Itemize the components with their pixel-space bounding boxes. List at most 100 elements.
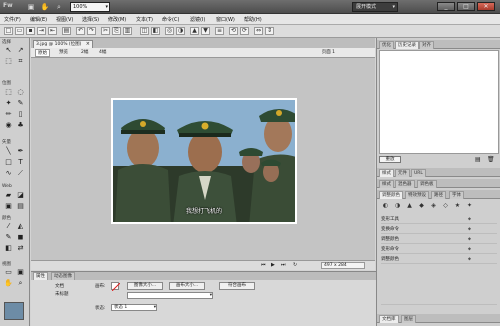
trash-icon[interactable]: 🗑 bbox=[487, 156, 495, 163]
image-size-button[interactable]: 图像大小... bbox=[127, 282, 163, 290]
document-tab[interactable]: 3.jpg @ 100% (位图) × bbox=[33, 40, 93, 48]
menu-text[interactable]: 文本(T) bbox=[136, 16, 153, 23]
menu-filters[interactable]: 滤镜(I) bbox=[190, 16, 205, 23]
close-button[interactable]: ✕ bbox=[477, 2, 495, 11]
save-icon[interactable]: ▪ bbox=[26, 27, 35, 35]
fit-canvas-button[interactable]: 符合画布 bbox=[219, 282, 255, 290]
tab-mixer[interactable]: 混色器 bbox=[395, 180, 415, 188]
soldiers-photo[interactable]: 我想打飞机的 bbox=[111, 98, 297, 224]
split-icon[interactable]: ◑ bbox=[176, 27, 185, 35]
pencil-tool-icon[interactable]: ✏ bbox=[4, 110, 13, 119]
preset-icon-5[interactable]: ◈ bbox=[429, 201, 438, 210]
preset-icon-1[interactable]: ◐ bbox=[381, 201, 390, 210]
tab-layers[interactable]: 图层 bbox=[401, 315, 416, 323]
tab-effect-presets[interactable]: 特效预设 bbox=[405, 191, 429, 199]
hand-tool-icon[interactable]: ✋ bbox=[4, 279, 13, 288]
hand-icon[interactable]: ✋ bbox=[40, 2, 50, 12]
standard-mode-icon[interactable]: ▭ bbox=[4, 268, 13, 277]
preset-row[interactable]: 变换命令 ⬥ bbox=[381, 225, 497, 234]
tab-url[interactable]: URL bbox=[411, 169, 426, 177]
first-frame-icon[interactable]: ⏮ bbox=[261, 262, 266, 268]
view-original-button[interactable]: 原始 bbox=[35, 49, 50, 57]
pointer-tool-icon[interactable]: ↖ bbox=[4, 46, 13, 55]
tab-properties[interactable]: 属性 bbox=[33, 272, 48, 280]
tab-palette[interactable]: 调色板 bbox=[417, 180, 437, 188]
group-icon[interactable]: ◫ bbox=[140, 27, 149, 35]
view-4up-button[interactable]: 4幅 bbox=[99, 49, 106, 57]
default-colors-icon[interactable]: ◧ bbox=[4, 244, 13, 253]
loop-icon[interactable]: ↻ bbox=[293, 262, 297, 268]
line-tool-icon[interactable]: ╲ bbox=[4, 147, 13, 156]
tab-adjust-color[interactable]: 调整颜色 bbox=[379, 191, 403, 199]
menu-help[interactable]: 帮助(H) bbox=[244, 16, 262, 23]
document-thumbnail[interactable] bbox=[4, 302, 24, 320]
minimize-button[interactable]: _ bbox=[437, 2, 455, 11]
show-slices-icon[interactable]: ▤ bbox=[16, 202, 25, 211]
tab-history[interactable]: 历史记录 bbox=[395, 41, 419, 49]
align-icon[interactable]: ≡ bbox=[215, 27, 224, 35]
knife-tool-icon[interactable]: ⟋ bbox=[16, 169, 25, 178]
paint-bucket-icon[interactable]: ◭ bbox=[16, 222, 25, 231]
fullscreen-mode-icon[interactable]: ▣ bbox=[16, 268, 25, 277]
tab-animation[interactable]: 动态图像 bbox=[51, 272, 75, 280]
tab-styles-2[interactable]: 样式 bbox=[379, 180, 394, 188]
play-icon[interactable]: ▶ bbox=[271, 262, 275, 268]
tab-path[interactable]: 路径 bbox=[431, 191, 446, 199]
bring-front-icon[interactable]: ▲ bbox=[190, 27, 199, 35]
rotate-left-icon[interactable]: ⟲ bbox=[229, 27, 238, 35]
menu-commands[interactable]: 命令(C) bbox=[162, 16, 179, 23]
magic-wand-icon[interactable]: ✦ bbox=[4, 99, 13, 108]
preset-icon-3[interactable]: ▲ bbox=[405, 201, 414, 210]
marquee-tool-icon[interactable]: ⬚ bbox=[4, 88, 13, 97]
text-tool-icon[interactable]: T bbox=[16, 158, 25, 167]
pen-tool-icon[interactable]: ✒ bbox=[16, 147, 25, 156]
send-back-icon[interactable]: ▼ bbox=[201, 27, 210, 35]
scale-tool-icon[interactable]: ⬚ bbox=[4, 57, 13, 66]
slice-tool-icon[interactable]: ◪ bbox=[16, 191, 25, 200]
flip-v-icon[interactable]: ⇕ bbox=[265, 27, 274, 35]
replay-button[interactable]: 重放 bbox=[379, 156, 401, 163]
menu-modify[interactable]: 修改(M) bbox=[108, 16, 126, 23]
view-preview-button[interactable]: 预览 bbox=[59, 49, 68, 57]
stamp-tool-icon[interactable]: ♣ bbox=[16, 121, 25, 130]
state-select[interactable]: 状态 1 ▾ bbox=[111, 304, 157, 311]
flip-h-icon[interactable]: ⇔ bbox=[254, 27, 263, 35]
cut-icon[interactable]: ✂ bbox=[101, 27, 110, 35]
maximize-button[interactable]: □ bbox=[457, 2, 475, 11]
rectangle-tool-icon[interactable]: □ bbox=[4, 158, 13, 167]
redo-icon[interactable]: ↷ bbox=[87, 27, 96, 35]
preset-row[interactable]: 调整颜色 ⬥ bbox=[381, 235, 497, 244]
tab-align[interactable]: 对齐 bbox=[419, 41, 434, 49]
menu-view[interactable]: 视图(V) bbox=[56, 16, 73, 23]
preset-row[interactable]: 调整颜色 ⬥ bbox=[381, 255, 497, 264]
layout-icon[interactable]: ▣ bbox=[26, 2, 36, 12]
view-2up-button[interactable]: 2幅 bbox=[81, 49, 88, 57]
new-file-icon[interactable]: □ bbox=[4, 27, 13, 35]
brush-tool-icon[interactable]: ✎ bbox=[16, 99, 25, 108]
ungroup-icon[interactable]: ◧ bbox=[151, 27, 160, 35]
zoom-tool-icon[interactable]: ⌕ bbox=[16, 279, 25, 288]
eyedropper-icon[interactable]: ⁄ bbox=[4, 222, 13, 231]
eraser-tool-icon[interactable]: ▯ bbox=[16, 110, 25, 119]
subselect-tool-icon[interactable]: ↗ bbox=[16, 46, 25, 55]
tab-optimize[interactable]: 优化 bbox=[379, 41, 394, 49]
preset-icon-2[interactable]: ◑ bbox=[393, 201, 402, 210]
next-frame-icon[interactable]: ⏭ bbox=[281, 262, 286, 268]
preset-icon-8[interactable]: ✦ bbox=[465, 201, 474, 210]
preset-row[interactable]: 变形命令 ⬥ bbox=[381, 245, 497, 254]
canvas-size-button[interactable]: 画布大小... bbox=[169, 282, 205, 290]
canvas-area[interactable]: 我想打飞机的 bbox=[31, 58, 375, 260]
join-icon[interactable]: ◎ bbox=[165, 27, 174, 35]
magnifier-icon[interactable]: ⌕ bbox=[54, 2, 64, 12]
close-icon[interactable]: × bbox=[86, 41, 90, 48]
export-icon[interactable]: ⇤ bbox=[48, 27, 57, 35]
blur-tool-icon[interactable]: ◉ bbox=[4, 121, 13, 130]
tab-symbols[interactable]: 元件 bbox=[395, 169, 410, 177]
menu-select[interactable]: 选择(S) bbox=[82, 16, 99, 23]
hotspot-tool-icon[interactable]: ▰ bbox=[4, 191, 13, 200]
paste-icon[interactable]: ▥ bbox=[123, 27, 132, 35]
lasso-tool-icon[interactable]: ◌ bbox=[16, 88, 25, 97]
preset-icon-6[interactable]: ◇ bbox=[441, 201, 450, 210]
tab-styles[interactable]: 样式 bbox=[379, 169, 394, 177]
page-selector[interactable]: 页面 1 bbox=[322, 49, 335, 57]
